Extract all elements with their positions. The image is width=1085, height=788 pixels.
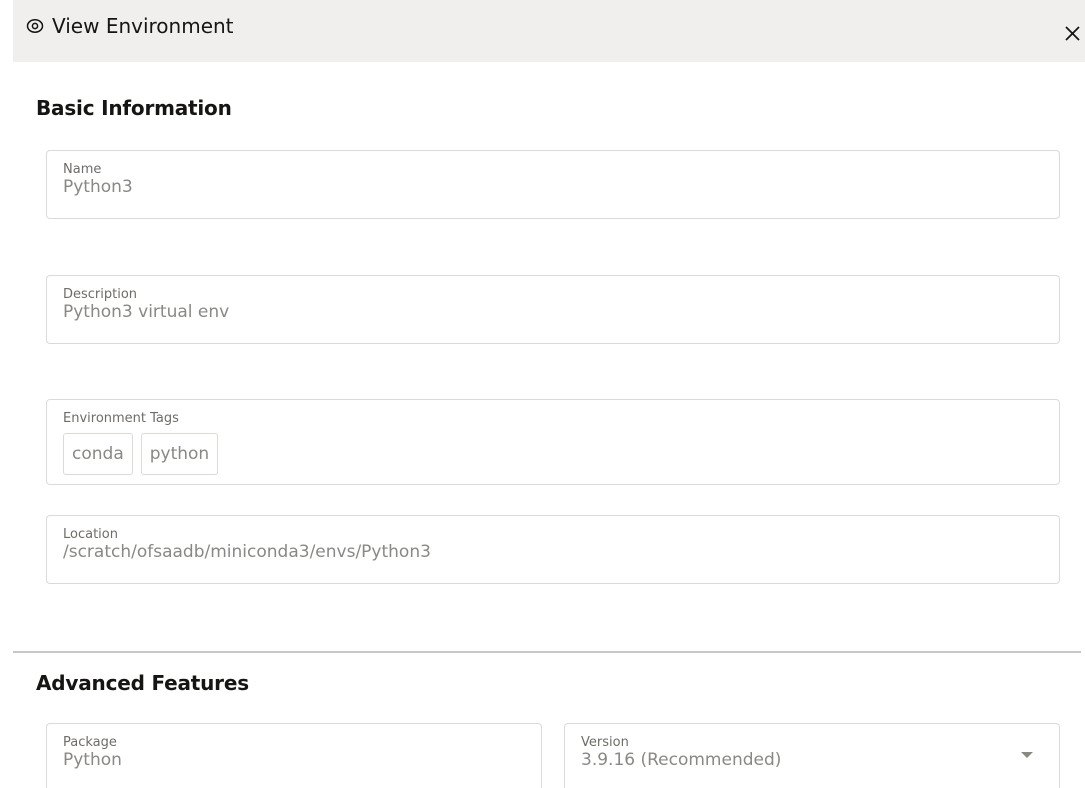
location-value: /scratch/ofsaadb/miniconda3/envs/Python3	[63, 542, 431, 562]
name-value: Python3	[63, 177, 133, 197]
environment-tags-field[interactable]: Environment Tags conda python	[46, 399, 1060, 485]
version-value: 3.9.16 (Recommended)	[581, 750, 782, 770]
close-icon	[1065, 26, 1080, 41]
section-divider	[13, 651, 1081, 653]
view-environment-dialog: View Environment Basic Information Name …	[0, 0, 1085, 788]
eye-icon	[26, 19, 44, 33]
section-title-basic-information: Basic Information	[36, 96, 232, 120]
version-label: Version	[581, 735, 629, 750]
dialog-title-group: View Environment	[26, 14, 234, 38]
location-label: Location	[63, 527, 118, 542]
package-field[interactable]: Package Python	[46, 723, 542, 788]
tag-list: conda python	[63, 433, 219, 475]
tag-chip[interactable]: conda	[63, 433, 133, 475]
dialog-title: View Environment	[52, 14, 234, 38]
name-field[interactable]: Name Python3	[46, 150, 1060, 219]
dialog-header: View Environment	[13, 0, 1085, 62]
description-value: Python3 virtual env	[63, 302, 230, 322]
description-field[interactable]: Description Python3 virtual env	[46, 275, 1060, 344]
tag-chip[interactable]: python	[140, 433, 219, 475]
close-button[interactable]	[1060, 18, 1084, 48]
description-label: Description	[63, 287, 138, 302]
chevron-down-icon[interactable]	[1021, 752, 1033, 758]
package-value: Python	[63, 750, 122, 770]
package-label: Package	[63, 735, 117, 750]
version-select[interactable]: Version 3.9.16 (Recommended)	[564, 723, 1060, 788]
section-title-advanced-features: Advanced Features	[36, 671, 249, 695]
name-label: Name	[63, 162, 102, 177]
environment-tags-label: Environment Tags	[63, 411, 179, 426]
location-field[interactable]: Location /scratch/ofsaadb/miniconda3/env…	[46, 515, 1060, 584]
